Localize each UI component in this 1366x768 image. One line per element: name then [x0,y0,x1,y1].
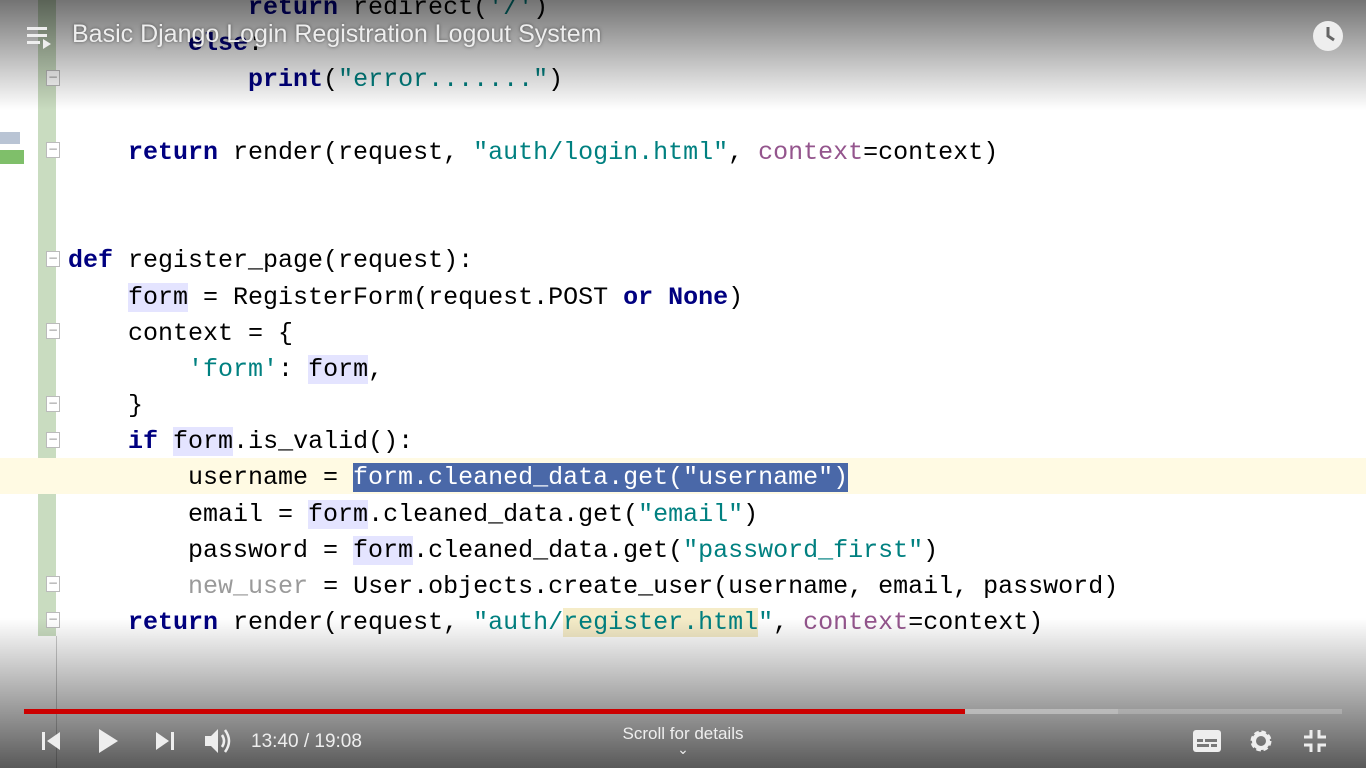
code-token: form [173,427,234,457]
play-button[interactable] [94,727,122,755]
code-line: email = form.cleaned_data.get("email") [68,497,1118,533]
code-token: context [758,137,864,167]
code-token: , [728,137,759,167]
next-icon [156,732,174,750]
code-token: "email" [638,499,744,529]
exit-fullscreen-icon [1304,730,1326,752]
code-token: 'form' [188,354,279,384]
code-line: 'form': form, [68,352,1118,388]
subtitles-button[interactable] [1192,727,1222,755]
code-line: context = { [68,316,1118,352]
code-token: return [128,137,219,167]
code-token: } [68,391,144,421]
code-token: .cleaned_data.get( [368,499,639,529]
code-token: None [668,282,729,312]
code-line: username = form.cleaned_data.get("userna… [68,460,1118,496]
subtitles-icon [1193,730,1221,752]
code-token: username = [68,463,354,493]
code-token: new_user [188,572,309,601]
code-token: .is_valid(): [233,427,414,457]
code-token: form [353,535,414,565]
progress-bar[interactable] [24,709,1342,714]
next-button[interactable] [152,727,178,755]
playlist-icon[interactable] [27,24,55,55]
previous-icon [42,732,60,750]
watch-later-icon[interactable] [1312,20,1344,57]
code-token: ) [743,499,759,529]
code-token: password = [68,535,354,565]
code-line: if form.is_valid(): [68,424,1118,460]
code-token: form [308,354,369,384]
code-line: return render(request, "auth/login.html"… [68,135,1118,171]
fold-icon: − [46,251,60,267]
code-token: "auth/login.html" [473,137,729,167]
code-token: "password_first" [683,535,924,565]
volume-icon [205,729,231,753]
code-line: password = form.cleaned_data.get("passwo… [68,533,1118,569]
code-token: def [68,246,114,276]
settings-icon [1250,730,1272,752]
play-icon [99,729,118,753]
code-token: if [128,427,159,457]
selected-text: form.cleaned_data.get("username") [353,463,849,493]
mute-button[interactable] [202,727,234,755]
top-gradient [0,0,1366,110]
previous-button[interactable] [38,727,64,755]
chevron-down-icon: ⌄ [677,741,689,757]
code-token: : [278,354,309,384]
fold-icon: − [46,323,60,339]
fold-icon: − [46,576,60,592]
played-bar [24,709,966,714]
fold-icon: − [46,432,60,448]
code-line: form = RegisterForm(request.POST or None… [68,280,1118,316]
code-token: = RegisterForm(request.POST [188,282,624,312]
code-token: register_page(request): [113,246,474,276]
fold-icon: − [46,142,60,158]
code-token: ) [923,535,939,565]
scroll-for-details[interactable]: Scroll for details ⌄ [583,724,783,757]
fold-icon: − [46,396,60,412]
gutter-marker [0,150,24,164]
time-display: 13:40 / 19:08 [251,731,362,752]
video-title[interactable]: Basic Django Login Registration Logout S… [72,20,601,49]
exit-fullscreen-button[interactable] [1300,727,1330,755]
code-token: ) [728,282,744,312]
settings-button[interactable] [1246,727,1276,755]
code-token: or [623,282,654,312]
code-token: form [128,282,189,312]
code-token: form [308,499,369,529]
gutter-marker [0,132,20,144]
code-token: , [368,354,384,384]
code-token: render(request, [218,137,474,167]
code-token: = User.objects.create_user(username, ema… [308,572,1119,601]
code-line: } [68,388,1118,424]
code-line: new_user = User.objects.create_user(user… [68,569,1118,605]
code-token: context = { [68,318,294,348]
code-token: =context) [863,137,999,167]
code-token: email = [68,499,309,529]
code-line: def register_page(request): [68,243,1118,279]
code-token: .cleaned_data.get( [413,535,684,565]
